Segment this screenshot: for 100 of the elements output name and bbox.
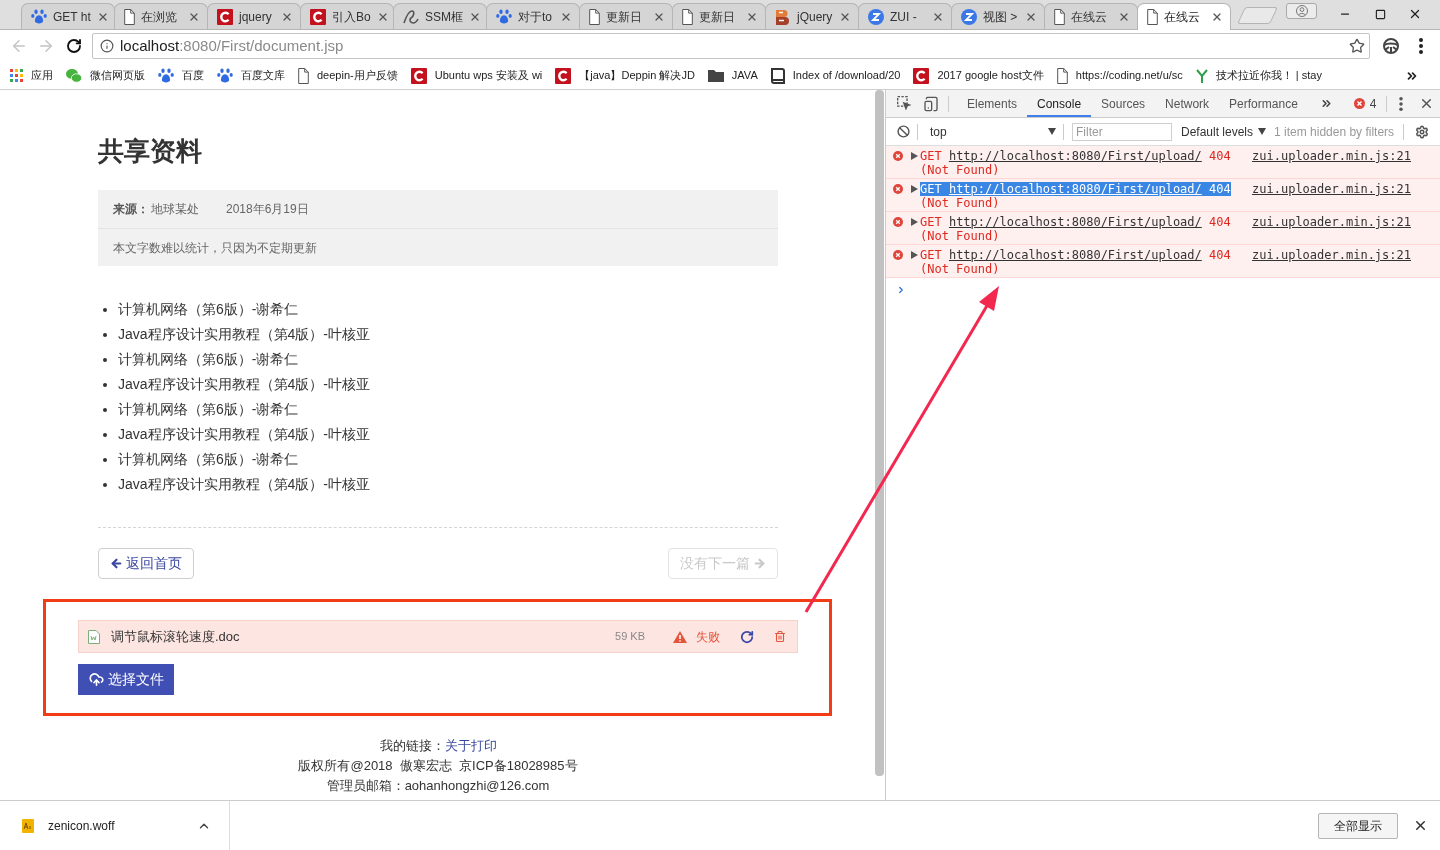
expand-triangle-icon[interactable] [911, 251, 918, 259]
context-select[interactable]: top [930, 122, 1056, 141]
retry-icon [740, 629, 754, 644]
bullet-icon [103, 307, 107, 312]
bookmark[interactable]: 【java】Deppin 解决JD [555, 67, 695, 84]
paw-icon [158, 68, 174, 83]
devtools-tab[interactable]: Console [1027, 90, 1092, 117]
bookmark[interactable]: 百度文库 [217, 67, 285, 84]
footer-links-line: 我的链接：关于打印 [379, 737, 497, 755]
bullet-icon [103, 482, 107, 487]
delete-button[interactable] [774, 630, 786, 643]
file-name: 调节鼠标滚轮速度.doc [111, 627, 240, 646]
console-error-row[interactable]: GET http://localhost:8080/First/upload/ 404 (Not Found) zui.uploader.min.js:21 [886, 179, 1440, 212]
c-logo-icon [555, 67, 572, 84]
request-url-link[interactable]: http://localhost:8080/First/upload/ [948, 248, 1202, 262]
folder-icon [707, 69, 724, 82]
bookmark[interactable]: Index of /download/20 [770, 67, 901, 84]
devtools-tab[interactable]: Sources [1091, 90, 1156, 117]
paw-icon [496, 9, 512, 24]
request-url-link[interactable]: http://localhost:8080/First/upload/ [948, 182, 1202, 196]
settings-icon[interactable] [1415, 124, 1430, 139]
page-icon [124, 8, 135, 25]
source-file-link[interactable]: zui.uploader.min.js:21 [1252, 215, 1411, 229]
file-size: 59 KB [615, 629, 645, 645]
logo-icon [775, 8, 791, 25]
bookmark[interactable]: 技术拉近你我！ | stay [1195, 67, 1322, 84]
prompt-chevron-icon[interactable] [896, 285, 906, 295]
console-error-row[interactable]: GET http://localhost:8080/First/upload/ 404 (Not Found) zui.uploader.min.js:21 [886, 245, 1440, 278]
browser-tab[interactable]: 在浏览 [114, 3, 208, 29]
filter-input[interactable]: Filter [1072, 122, 1172, 141]
console-error-row[interactable]: GET http://localhost:8080/First/upload/ 404 (Not Found) zui.uploader.min.js:21 [886, 212, 1440, 245]
browser-tab[interactable]: ZUI - [858, 3, 952, 29]
close-icon [1408, 7, 1422, 21]
error-icon [893, 217, 903, 227]
bookmark[interactable]: https://coding.net/u/sc [1056, 67, 1183, 84]
request-url-link[interactable]: http://localhost:8080/First/upload/ [948, 215, 1202, 229]
browser-tab[interactable]: 视图 > [951, 3, 1045, 29]
scrollbar-thumb[interactable] [874, 90, 884, 776]
download-item[interactable]: zenicon.woff [0, 801, 230, 850]
source-file-link[interactable]: zui.uploader.min.js:21 [1252, 149, 1411, 163]
devtools-tab[interactable]: Network [1155, 90, 1220, 117]
bookmark[interactable]: 应用 [10, 67, 53, 84]
browser-tab[interactable]: 引入Bo [300, 3, 394, 29]
browser-tab[interactable]: jquery [207, 3, 301, 29]
page-icon [1056, 67, 1068, 84]
address-bar[interactable]: localhost:8080/First/document.jsp [92, 33, 1370, 59]
expand-triangle-icon[interactable] [911, 152, 918, 160]
book-list-item: 计算机网络（第6版）-谢希仁 [118, 400, 299, 419]
close-tab-button[interactable] [1211, 11, 1223, 23]
show-all-button[interactable]: 全部显示 [1318, 812, 1398, 839]
apps-grid-icon [10, 69, 23, 82]
retry-button[interactable] [740, 629, 754, 644]
browser-tab[interactable]: 在线云 [1137, 3, 1231, 30]
profile-button[interactable] [1286, 3, 1317, 19]
reload-button[interactable] [64, 36, 84, 56]
browser-tab[interactable]: 对于to [486, 3, 580, 29]
bookmark[interactable]: 2017 google host文件 [913, 67, 1044, 84]
page-icon [298, 67, 309, 84]
browser-tab[interactable]: 更新日 [579, 3, 673, 29]
inspect-element-icon[interactable] [897, 96, 912, 111]
devtools-menu-button[interactable] [1398, 96, 1403, 111]
expand-triangle-icon[interactable] [911, 185, 918, 193]
wheel-icon[interactable] [1383, 38, 1399, 54]
document-icon [88, 629, 100, 644]
source-value: 地球某处 [151, 201, 199, 218]
devtools-tab[interactable]: Elements [957, 90, 1028, 117]
request-url-link[interactable]: http://localhost:8080/First/upload/ [948, 149, 1202, 163]
devtools-tab[interactable]: Performance [1219, 90, 1308, 117]
source-file-link[interactable]: zui.uploader.min.js:21 [1252, 248, 1411, 262]
choose-file-button[interactable]: 选择文件 [78, 664, 174, 695]
book-list-item: Java程序设计实用教程（第4版）-叶核亚 [118, 375, 371, 394]
error-icon [1353, 98, 1365, 109]
y-logo-icon [1195, 68, 1208, 83]
bookmark[interactable]: 微信网页版 [66, 67, 145, 84]
source-file-link[interactable]: zui.uploader.min.js:21 [1252, 182, 1411, 196]
back-home-button[interactable]: 返回首页 [98, 548, 194, 579]
bookmark[interactable]: Ubuntu wps 安装及 wi [410, 67, 543, 84]
arrow-right-icon [753, 557, 766, 570]
browser-tab[interactable]: 更新日 [672, 3, 766, 29]
error-count-button[interactable]: 4 [1353, 94, 1377, 113]
page-icon [1147, 9, 1158, 25]
console-message: GET http://localhost:8080/First/upload/ 404 (Not Found) [920, 182, 1232, 210]
clear-console-icon[interactable] [897, 125, 910, 138]
browser-tab[interactable]: 在线云 [1044, 3, 1138, 29]
info-icon [100, 39, 114, 53]
expand-triangle-icon[interactable] [911, 218, 918, 226]
browser-menu-button[interactable] [1419, 38, 1423, 54]
bookmark[interactable]: deepin-用户反馈 [298, 67, 398, 84]
browser-tab[interactable]: jQuery [765, 3, 859, 29]
browser-tab[interactable]: GET ht [21, 3, 115, 29]
forward-arrow-icon [37, 37, 55, 55]
browser-tab[interactable]: SSM框 [393, 3, 487, 29]
page-icon [682, 8, 693, 25]
bookmark[interactable]: 百度 [158, 67, 204, 84]
log-levels-dropdown[interactable]: Default levels [1181, 122, 1267, 141]
bookmark-star-icon[interactable] [1349, 38, 1365, 54]
device-toolbar-icon[interactable] [923, 95, 939, 112]
bookmark[interactable]: JAVA [707, 67, 758, 84]
footer-link[interactable]: 关于打印 [444, 738, 497, 753]
console-error-row[interactable]: GET http://localhost:8080/First/upload/ 404 (Not Found) zui.uploader.min.js:21 [886, 146, 1440, 179]
